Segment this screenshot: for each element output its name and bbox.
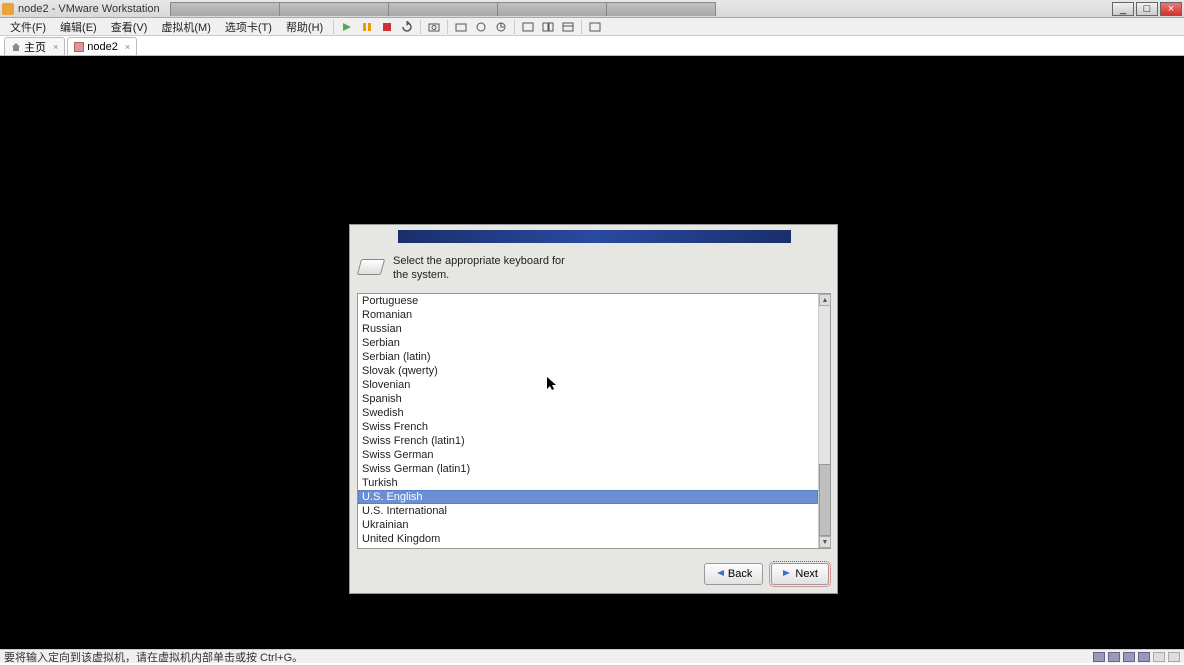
home-icon	[11, 42, 21, 52]
window-minimize-button[interactable]: _	[1112, 2, 1134, 16]
window-title: node2 - VMware Workstation	[18, 3, 160, 15]
tray-sound-icon[interactable]	[1153, 652, 1165, 662]
keyboard-option[interactable]: Swiss French	[358, 420, 818, 434]
menu-help[interactable]: 帮助(H)	[280, 18, 329, 36]
window-close-button[interactable]: ×	[1160, 2, 1182, 16]
keyboard-layout-listbox[interactable]: PortugueseRomanianRussianSerbianSerbian …	[357, 293, 831, 549]
vm-icon	[74, 42, 84, 52]
keyboard-option[interactable]: Slovenian	[358, 378, 818, 392]
menu-file[interactable]: 文件(F)	[4, 18, 52, 36]
close-icon[interactable]: ×	[53, 42, 58, 52]
scroll-down-button[interactable]: ▼	[819, 536, 831, 548]
keyboard-option[interactable]: Slovak (qwerty)	[358, 364, 818, 378]
snapshot-manager-icon[interactable]	[493, 19, 509, 35]
next-button[interactable]: Next	[771, 563, 829, 585]
tray-printer-icon[interactable]	[1168, 652, 1180, 662]
menu-edit[interactable]: 编辑(E)	[54, 18, 103, 36]
keyboard-option[interactable]: U.S. International	[358, 504, 818, 518]
background-taskbar-tabs	[170, 2, 715, 16]
console-view-icon[interactable]	[560, 19, 576, 35]
snapshot-take-icon[interactable]	[453, 19, 469, 35]
keyboard-option[interactable]: U.S. English	[358, 490, 818, 504]
bg-tab	[279, 2, 389, 16]
back-button-label: Back	[728, 568, 752, 580]
unity-icon[interactable]	[540, 19, 556, 35]
bg-tab	[388, 2, 498, 16]
pause-icon[interactable]	[359, 19, 375, 35]
snapshot-icon[interactable]	[426, 19, 442, 35]
thumbnail-icon[interactable]	[587, 19, 603, 35]
statusbar-message: 要将输入定向到该虚拟机，请在虚拟机内部单击或按 Ctrl+G。	[4, 649, 303, 665]
scroll-up-button[interactable]: ▲	[819, 294, 831, 306]
restart-icon[interactable]	[399, 19, 415, 35]
statusbar: 要将输入定向到该虚拟机，请在虚拟机内部单击或按 Ctrl+G。	[0, 649, 1184, 663]
bg-tab	[606, 2, 716, 16]
keyboard-option[interactable]: Romanian	[358, 308, 818, 322]
window-titlebar: node2 - VMware Workstation _ □ ×	[0, 0, 1184, 18]
tab-node2-label: node2	[87, 41, 118, 53]
keyboard-option[interactable]: Swiss German (latin1)	[358, 462, 818, 476]
listbox-scrollbar[interactable]: ▲ ▼	[818, 294, 830, 548]
tab-home-label: 主页	[24, 39, 46, 55]
bg-tab	[497, 2, 607, 16]
tray-cd-icon[interactable]	[1108, 652, 1120, 662]
keyboard-option[interactable]: United Kingdom	[358, 532, 818, 546]
keyboard-option[interactable]: Swiss German	[358, 448, 818, 462]
keyboard-option[interactable]: Russian	[358, 322, 818, 336]
close-icon[interactable]: ×	[125, 42, 130, 52]
vm-console[interactable]: Select the appropriate keyboard for the …	[0, 56, 1184, 651]
keyboard-option[interactable]: Ukrainian	[358, 518, 818, 532]
arrow-left-icon	[715, 568, 725, 581]
keyboard-option[interactable]: Turkish	[358, 476, 818, 490]
installer-banner	[398, 230, 791, 243]
tab-node2[interactable]: node2 ×	[67, 37, 137, 55]
arrow-right-icon	[782, 568, 792, 581]
menu-view[interactable]: 查看(V)	[105, 18, 154, 36]
tray-network-icon[interactable]	[1123, 652, 1135, 662]
installer-dialog: Select the appropriate keyboard for the …	[349, 224, 838, 594]
installer-instruction: Select the appropriate keyboard for the …	[393, 255, 573, 283]
menu-tabs[interactable]: 选项卡(T)	[219, 18, 278, 36]
next-button-label: Next	[795, 568, 818, 580]
play-icon[interactable]	[339, 19, 355, 35]
keyboard-option[interactable]: Serbian	[358, 336, 818, 350]
keyboard-option[interactable]: Portuguese	[358, 294, 818, 308]
keyboard-option[interactable]: Serbian (latin)	[358, 350, 818, 364]
menubar: 文件(F) 编辑(E) 查看(V) 虚拟机(M) 选项卡(T) 帮助(H)	[0, 18, 1184, 36]
tabstrip: 主页 × node2 ×	[0, 36, 1184, 56]
tab-home[interactable]: 主页 ×	[4, 37, 65, 55]
bg-tab	[170, 2, 280, 16]
scrollbar-thumb[interactable]	[819, 464, 831, 536]
keyboard-icon	[357, 259, 385, 275]
menu-vm[interactable]: 虚拟机(M)	[155, 18, 217, 36]
snapshot-revert-icon[interactable]	[473, 19, 489, 35]
stop-icon[interactable]	[379, 19, 395, 35]
keyboard-option[interactable]: Spanish	[358, 392, 818, 406]
keyboard-option[interactable]: Swiss French (latin1)	[358, 434, 818, 448]
window-maximize-button[interactable]: □	[1136, 2, 1158, 16]
fullscreen-icon[interactable]	[520, 19, 536, 35]
tray-hdd-icon[interactable]	[1093, 652, 1105, 662]
keyboard-option[interactable]: Swedish	[358, 406, 818, 420]
tray-usb-icon[interactable]	[1138, 652, 1150, 662]
app-icon	[2, 3, 14, 15]
back-button[interactable]: Back	[704, 563, 763, 585]
